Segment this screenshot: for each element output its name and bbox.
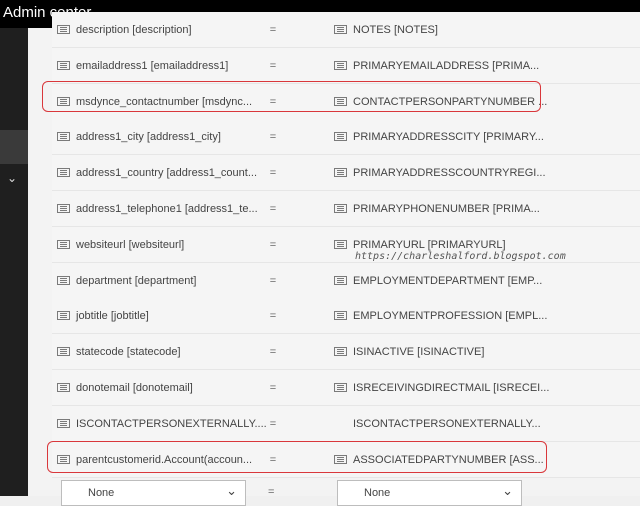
equals-sign: = <box>269 345 277 358</box>
field-icon <box>334 61 347 70</box>
source-field-label: websiteurl [websiteurl] <box>76 238 185 251</box>
field-icon <box>57 168 70 177</box>
equals-sign: = <box>269 274 277 287</box>
mapping-row[interactable]: address1_telephone1 [address1_te... = PRIM… <box>52 191 640 227</box>
source-field-label: address1_telephone1 [address1_te... <box>76 202 258 215</box>
source-field[interactable]: department [department] <box>57 263 262 298</box>
field-icon <box>57 311 70 320</box>
source-field-value: None <box>88 487 115 499</box>
target-field-label: PRIMARYADDRESSCITY [PRIMARY... <box>353 130 544 143</box>
target-field[interactable]: PRIMARYEMAILADDRESS [PRIMA... <box>334 48 634 83</box>
mapping-row[interactable]: department [department] = EMPLOYMENTDEPART… <box>52 263 640 299</box>
target-field[interactable]: PRIMARYADDRESSCITY [PRIMARY... <box>334 119 634 154</box>
target-field-value: None <box>364 487 391 499</box>
target-field[interactable]: EMPLOYMENTDEPARTMENT [EMP... <box>334 263 634 298</box>
equals-sign: = <box>269 309 277 322</box>
highlight-outline <box>47 441 547 473</box>
equals-sign: = <box>269 166 277 179</box>
source-field-label: donotemail [donotemail] <box>76 381 193 394</box>
target-field-label: ISRECEIVINGDIRECTMAIL [ISRECEI... <box>353 381 550 394</box>
equals-sign: = <box>268 486 275 498</box>
target-field-label: NOTES [NOTES] <box>353 23 438 36</box>
chevron-down-icon: ⌄ <box>502 483 513 498</box>
field-icon <box>334 347 347 356</box>
target-field-label: EMPLOYMENTDEPARTMENT [EMP... <box>353 274 543 287</box>
source-field-label: ISCONTACTPERSONEXTERNALLY.... <box>76 417 267 430</box>
equals-sign: = <box>269 59 277 72</box>
target-field-label: PRIMARYPHONENUMBER [PRIMA... <box>353 202 540 215</box>
mapping-row[interactable]: statecode [statecode] = ISINACTIVE [ISINAC… <box>52 334 640 370</box>
chevron-down-icon[interactable]: ⌄ <box>7 171 17 185</box>
source-field-select[interactable]: None ⌄ <box>61 480 246 506</box>
equals-sign: = <box>269 202 277 215</box>
mapping-row[interactable]: donotemail [donotemail] = ISRECEIVINGDIREC… <box>52 370 640 406</box>
source-field[interactable]: websiteurl [websiteurl] <box>57 227 262 262</box>
target-field[interactable]: PRIMARYPHONENUMBER [PRIMA... <box>334 191 634 226</box>
source-field[interactable]: address1_country [address1_count... <box>57 155 262 190</box>
source-field-label: department [department] <box>76 274 197 287</box>
target-field-label: ISINACTIVE [ISINACTIVE] <box>353 345 485 358</box>
target-field-label: ISCONTACTPERSONEXTERNALLY... <box>353 417 541 430</box>
chevron-down-icon: ⌄ <box>226 483 237 498</box>
field-icon <box>334 383 347 392</box>
field-icon <box>334 25 347 34</box>
target-field-label: EMPLOYMENTPROFESSION [EMPL... <box>353 309 548 322</box>
equals-sign: = <box>269 381 277 394</box>
nav-selected-item[interactable] <box>0 130 28 164</box>
source-field[interactable]: description [description] <box>57 12 262 47</box>
source-field[interactable]: address1_telephone1 [address1_te... <box>57 191 262 226</box>
mapping-row[interactable]: address1_country [address1_count... = PRIM… <box>52 155 640 191</box>
equals-sign: = <box>269 238 277 251</box>
field-icon <box>334 276 347 285</box>
field-icon <box>57 25 70 34</box>
source-field[interactable]: address1_city [address1_city] <box>57 119 262 154</box>
field-icon <box>57 132 70 141</box>
source-field[interactable]: donotemail [donotemail] <box>57 370 262 405</box>
mapping-row[interactable]: emailaddress1 [emailaddress1] = PRIMARYEMA… <box>52 48 640 84</box>
target-field-label: PRIMARYEMAILADDRESS [PRIMA... <box>353 59 540 72</box>
field-icon <box>57 383 70 392</box>
mapping-row[interactable]: description [description] = NOTES [NOTES] <box>52 12 640 48</box>
field-icon <box>57 347 70 356</box>
mapping-row[interactable]: jobtitle [jobtitle] = EMPLOYMENTPROFESSION… <box>52 298 640 334</box>
target-field[interactable]: ISINACTIVE [ISINACTIVE] <box>334 334 634 369</box>
source-field-label: emailaddress1 [emailaddress1] <box>76 59 229 72</box>
field-icon <box>334 204 347 213</box>
target-field-label: PRIMARYADDRESSCOUNTRYREGI... <box>353 166 546 179</box>
field-icon <box>57 61 70 70</box>
source-field[interactable]: ISCONTACTPERSONEXTERNALLY.... <box>57 406 267 441</box>
source-field[interactable]: emailaddress1 [emailaddress1] <box>57 48 262 83</box>
field-icon <box>57 204 70 213</box>
target-field[interactable]: PRIMARYADDRESSCOUNTRYREGI... <box>334 155 634 190</box>
target-field[interactable]: EMPLOYMENTPROFESSION [EMPL... <box>334 298 634 333</box>
mapping-row[interactable]: address1_city [address1_city] = PRIMARYADD… <box>52 119 640 155</box>
equals-sign: = <box>269 130 277 143</box>
source-field-label: address1_city [address1_city] <box>76 130 221 143</box>
source-field-label: address1_country [address1_count... <box>76 166 258 179</box>
field-icon <box>57 419 70 428</box>
target-field[interactable]: ISCONTACTPERSONEXTERNALLY... <box>334 406 634 441</box>
equals-sign: = <box>269 23 277 36</box>
field-icon <box>334 132 347 141</box>
watermark: https://charleshalford.blogspot.com <box>355 251 566 262</box>
left-nav: ⌄ <box>0 28 28 496</box>
mapping-row[interactable]: ISCONTACTPERSONEXTERNALLY.... = ISCONTACTP… <box>52 406 640 442</box>
target-field-select[interactable]: None ⌄ <box>337 480 522 506</box>
source-field[interactable]: statecode [statecode] <box>57 334 262 369</box>
source-field-label: description [description] <box>76 23 192 36</box>
field-icon <box>334 311 347 320</box>
field-icon <box>334 168 347 177</box>
source-field-label: statecode [statecode] <box>76 345 181 358</box>
field-icon <box>334 240 347 249</box>
highlight-outline <box>42 81 541 112</box>
field-icon <box>57 240 70 249</box>
source-field-label: jobtitle [jobtitle] <box>76 309 149 322</box>
target-field[interactable]: NOTES [NOTES] <box>334 12 634 47</box>
target-field[interactable]: ISRECEIVINGDIRECTMAIL [ISRECEI... <box>334 370 634 405</box>
source-field[interactable]: jobtitle [jobtitle] <box>57 298 262 333</box>
equals-sign: = <box>269 417 277 430</box>
target-field-label: PRIMARYURL [PRIMARYURL] <box>353 238 506 251</box>
field-icon <box>57 276 70 285</box>
